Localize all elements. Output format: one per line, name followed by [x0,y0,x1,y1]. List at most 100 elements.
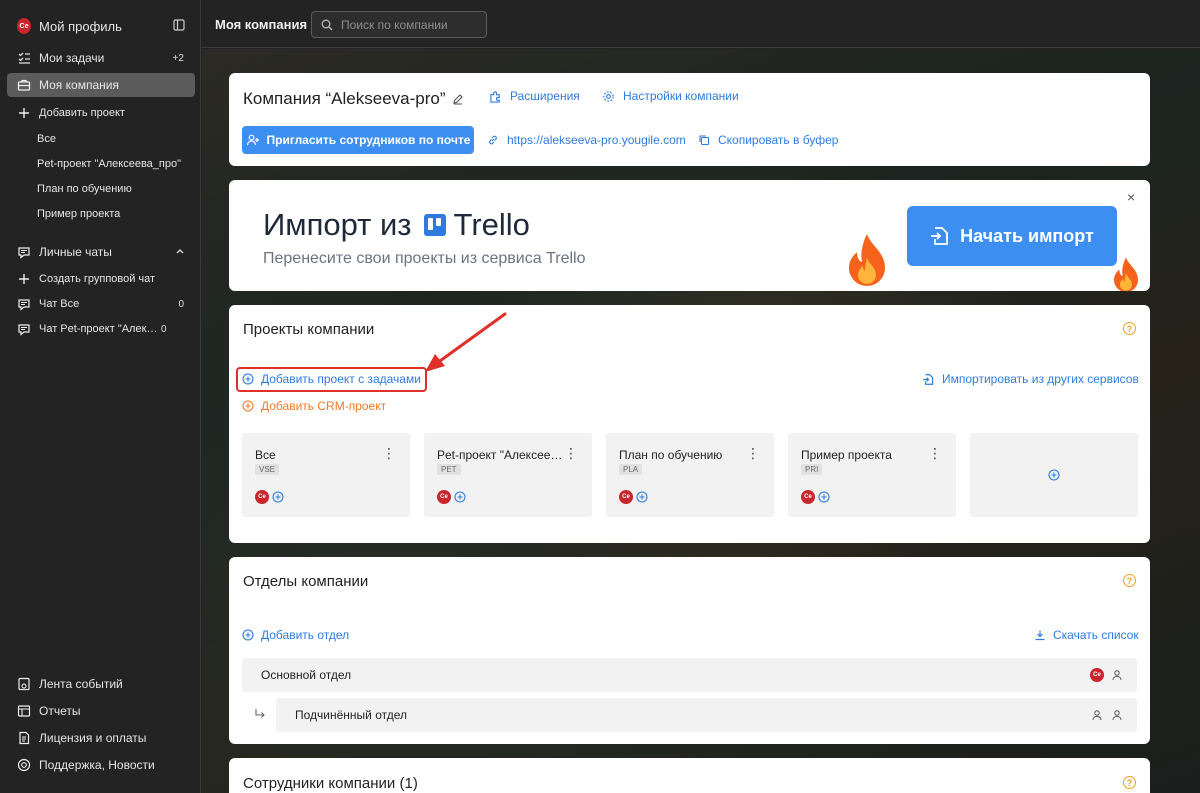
project-members: Се [801,490,830,504]
sidebar-add-project[interactable]: Добавить проект [0,101,201,125]
search-box[interactable] [311,11,487,38]
sidebar-project-item[interactable]: Пример проекта [0,202,201,226]
company-card: Компания “Alekseeva-pro” Расширения Наст… [229,73,1150,166]
project-key-badge: PET [437,464,461,475]
gear-icon [603,90,614,102]
project-members: Се [619,490,648,504]
sidebar-create-group-chat[interactable]: Создать групповой чат [0,267,201,291]
support-icon [17,758,31,772]
employee-count: (1) [399,775,418,792]
start-import-button[interactable]: Начать импорт [907,206,1117,266]
sidebar-project-item[interactable]: План по обучению [0,177,201,201]
add-project-tile[interactable] [970,433,1138,517]
chevron-up-icon[interactable] [175,245,185,259]
user-icon[interactable] [1091,709,1103,721]
plus-circle-icon [242,400,254,412]
sidebar-chat-item[interactable]: Чат Pet-проект "Алексеева_про" 0 [0,317,201,341]
department-row[interactable]: Подчинённый отдел [276,698,1137,732]
edit-icon[interactable] [452,93,464,105]
avatar: Се [1090,668,1104,682]
download-icon [1035,630,1045,641]
help-icon[interactable]: ? [1123,776,1136,789]
extensions-link[interactable]: Расширения [489,89,580,103]
sidebar-events-feed[interactable]: Лента событий [0,672,201,696]
add-crm-project-button[interactable]: Добавить CRM-проект [242,399,386,413]
projects-card: Проекты компании ? Добавить проект с зад… [229,305,1150,543]
copy-icon [699,135,710,146]
close-icon[interactable]: × [1127,189,1135,205]
flame-icon [849,234,885,286]
sidebar-project-item[interactable]: Pet-проект "Алексеева_про" [0,152,201,176]
company-settings-link[interactable]: Настройки компании [602,89,739,103]
user-icon[interactable] [1111,709,1123,721]
project-members: Се [437,490,466,504]
more-options-icon[interactable]: ⋮ [928,445,942,462]
annotation-arrow-icon [425,312,507,372]
trello-banner-subtitle: Перенесите свои проекты из сервиса Trell… [263,250,586,267]
department-row[interactable]: Основной отдел Се [242,658,1137,692]
collapse-sidebar-icon[interactable] [173,18,185,34]
sidebar-support[interactable]: Поддержка, Новости [0,753,201,777]
departments-section-title: Отделы компании [243,573,369,590]
page-title: Моя компания [215,17,308,32]
add-member-icon[interactable] [454,491,466,503]
company-title: Компания “Alekseeva-pro” [243,89,464,109]
flame-icon [1114,257,1138,291]
chat-icon [17,245,31,259]
project-tile[interactable]: Все ⋮ VSE Се [242,433,410,517]
link-icon [489,135,497,145]
invite-by-email-button[interactable]: Пригласить сотрудников по почте [242,126,474,154]
trello-logo-icon [423,214,446,236]
avatar: Се [437,490,451,504]
more-options-icon[interactable]: ⋮ [382,445,396,462]
chat-icon [17,297,31,311]
search-input[interactable] [341,17,471,32]
copy-to-clipboard-link[interactable]: Скопировать в буфер [698,133,838,147]
search-icon [321,19,333,30]
project-tile[interactable]: Pet-проект "Алексеева_про" ⋮ PET Се [424,433,592,517]
briefcase-icon [17,78,31,92]
plus-icon [17,272,31,286]
project-tile[interactable]: Пример проекта ⋮ PRI Се [788,433,956,517]
add-member-icon[interactable] [818,491,830,503]
projects-section-title: Проекты компании [243,321,375,338]
feed-icon [17,677,31,691]
sidebar-item-my-company[interactable]: Моя компания [0,73,201,97]
plus-circle-icon [242,629,254,641]
import-from-other-services-button[interactable]: Импортировать из других сервисов [922,372,1139,386]
plus-circle-icon [1048,469,1060,481]
avatar: Се [255,490,269,504]
project-tile[interactable]: План по обучению ⋮ PLA Се [606,433,774,517]
trello-import-banner: Импорт из Trello Перенесите свои проекты… [229,180,1150,291]
task-count-badge: +2 [172,52,184,64]
departments-card: Отделы компании ? Добавить отдел Скачать… [229,557,1150,744]
employees-card: Сотрудники компании (1) ? [229,758,1150,793]
main-area: Компания “Alekseeva-pro” Расширения Наст… [202,49,1200,793]
import-file-icon [923,373,934,385]
more-options-icon[interactable]: ⋮ [564,445,578,462]
sidebar-reports[interactable]: Отчеты [0,699,201,723]
profile-link[interactable]: Се Мой профиль [0,14,201,38]
user-icon[interactable] [1111,669,1123,681]
annotation-highlight-box [236,367,427,392]
sidebar-project-item[interactable]: Все [0,127,201,151]
add-member-icon[interactable] [272,491,284,503]
add-user-icon [246,134,259,146]
help-icon[interactable]: ? [1123,322,1136,335]
trello-banner-title: Импорт из Trello [263,207,530,242]
more-options-icon[interactable]: ⋮ [746,445,760,462]
company-url-link[interactable]: https://alekseeva-pro.yougile.com [487,133,686,147]
avatar: Се [801,490,815,504]
profile-label: Мой профиль [39,18,122,34]
sidebar-chat-item[interactable]: Чат Все 0 [0,292,201,316]
project-key-badge: PRI [801,464,823,475]
sidebar-personal-chats[interactable]: Личные чаты [0,240,201,264]
sidebar-license[interactable]: Лицензия и оплаты [0,726,201,750]
help-icon[interactable]: ? [1123,574,1136,587]
reports-icon [17,704,31,718]
avatar: Се [619,490,633,504]
sidebar-item-my-tasks[interactable]: Мои задачи +2 [0,46,201,70]
add-member-icon[interactable] [636,491,648,503]
download-list-button[interactable]: Скачать список [1034,628,1139,642]
add-department-button[interactable]: Добавить отдел [242,628,349,642]
